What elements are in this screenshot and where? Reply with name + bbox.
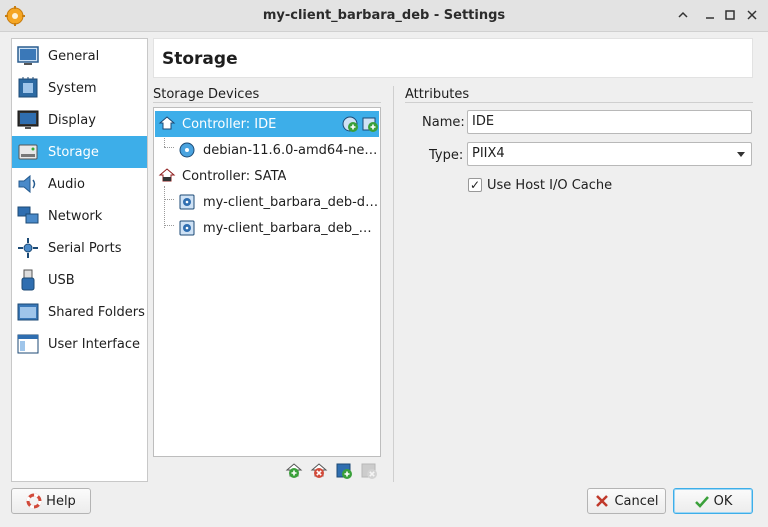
network-icon — [16, 204, 40, 228]
system-icon — [16, 76, 40, 100]
sidebar-item-label: Shared Folders — [48, 304, 145, 320]
tree-row-hard-disk[interactable]: my-client_barbara_deb_hd.... — [155, 215, 379, 241]
section-header: Storage — [153, 38, 753, 78]
sidebar-item-label: General — [48, 48, 100, 64]
sidebar-item-system[interactable]: System — [12, 72, 147, 104]
serial-ports-icon — [16, 236, 40, 260]
tree-row-label: Controller: SATA — [182, 168, 287, 184]
tree-row-label: Controller: IDE — [182, 116, 277, 132]
attributes-label: Attributes — [405, 87, 470, 102]
minimize-icon[interactable] — [702, 7, 718, 23]
shared-folders-icon — [16, 300, 40, 324]
cancel-button[interactable]: Cancel — [587, 488, 666, 514]
tree-row-hard-disk[interactable]: my-client_barbara_deb-disk... — [155, 189, 379, 215]
help-button[interactable]: Help — [11, 488, 91, 514]
help-button-label: Help — [46, 493, 76, 509]
sidebar-item-network[interactable]: Network — [12, 200, 147, 232]
add-controller-icon[interactable] — [285, 462, 303, 480]
sidebar-item-audio[interactable]: Audio — [12, 168, 147, 200]
add-attachment-icon[interactable] — [335, 462, 353, 480]
audio-icon — [16, 172, 40, 196]
hard-disk-icon — [178, 193, 196, 211]
sidebar-item-label: Audio — [48, 176, 85, 192]
remove-attachment-icon[interactable] — [360, 462, 378, 480]
sidebar-item-storage[interactable]: Storage — [12, 136, 147, 168]
cancel-button-label: Cancel — [614, 493, 659, 509]
help-icon — [26, 493, 42, 509]
chevron-down-icon — [737, 152, 745, 157]
controller-icon — [158, 167, 176, 185]
window-title: my-client_barbara_deb - Settings — [262, 8, 506, 23]
settings-sidebar: General System Display Storage Audio Net… — [11, 38, 148, 482]
tree-row-optical-drive[interactable]: debian-11.6.0-amd64-netin... — [155, 137, 379, 163]
storage-icon — [16, 140, 40, 164]
sidebar-item-user-interface[interactable]: User Interface — [12, 328, 147, 360]
sidebar-item-shared-folders[interactable]: Shared Folders — [12, 296, 147, 328]
sidebar-item-display[interactable]: Display — [12, 104, 147, 136]
type-select-value: PIIX4 — [472, 146, 505, 161]
remove-controller-icon[interactable] — [310, 462, 328, 480]
sidebar-item-label: USB — [48, 272, 75, 288]
hard-disk-icon — [178, 219, 196, 237]
sidebar-item-label: Storage — [48, 144, 99, 160]
close-icon[interactable] — [744, 7, 760, 23]
ok-icon — [694, 493, 710, 509]
page-title: Storage — [162, 49, 238, 69]
optical-disc-icon — [178, 141, 196, 159]
sidebar-item-label: Display — [48, 112, 96, 128]
use-host-io-cache-checkbox[interactable]: ✓ — [468, 178, 482, 192]
type-label: Type: — [429, 148, 464, 163]
sidebar-item-usb[interactable]: USB — [12, 264, 147, 296]
title-bar: my-client_barbara_deb - Settings — [0, 0, 768, 32]
tree-row-label: debian-11.6.0-amd64-netin... — [203, 142, 379, 158]
sidebar-item-label: User Interface — [48, 336, 140, 352]
ok-button[interactable]: OK — [673, 488, 753, 514]
ok-button-label: OK — [713, 493, 733, 509]
chevron-up-icon[interactable] — [675, 7, 691, 23]
sidebar-item-general[interactable]: General — [12, 40, 147, 72]
use-host-io-cache-label[interactable]: Use Host I/O Cache — [487, 178, 612, 193]
name-field[interactable]: IDE — [467, 110, 752, 134]
type-select[interactable]: PIIX4 — [467, 142, 752, 166]
storage-devices-divider — [153, 102, 381, 103]
pane-divider — [393, 86, 394, 482]
add-hard-disk-icon[interactable] — [361, 115, 379, 133]
cancel-icon — [594, 493, 610, 509]
tree-row-controller-sata[interactable]: Controller: SATA — [155, 163, 379, 189]
maximize-icon[interactable] — [722, 7, 738, 23]
controller-icon — [158, 115, 176, 133]
sidebar-item-serial-ports[interactable]: Serial Ports — [12, 232, 147, 264]
tree-row-controller-ide[interactable]: Controller: IDE — [155, 111, 379, 137]
usb-icon — [16, 268, 40, 292]
name-label: Name: — [422, 115, 465, 130]
display-icon — [16, 108, 40, 132]
add-optical-drive-icon[interactable] — [341, 115, 359, 133]
general-icon — [16, 44, 40, 68]
user-interface-icon — [16, 332, 40, 356]
sidebar-item-label: System — [48, 80, 97, 96]
tree-row-label: my-client_barbara_deb-disk... — [203, 194, 379, 210]
storage-devices-label: Storage Devices — [153, 87, 260, 102]
sidebar-item-label: Network — [48, 208, 103, 224]
storage-tree[interactable]: Controller: IDE debian-11.6.0-amd64-neti… — [153, 107, 381, 457]
attributes-divider — [405, 102, 753, 103]
sidebar-item-label: Serial Ports — [48, 240, 122, 256]
tree-row-label: my-client_barbara_deb_hd.... — [203, 220, 379, 236]
